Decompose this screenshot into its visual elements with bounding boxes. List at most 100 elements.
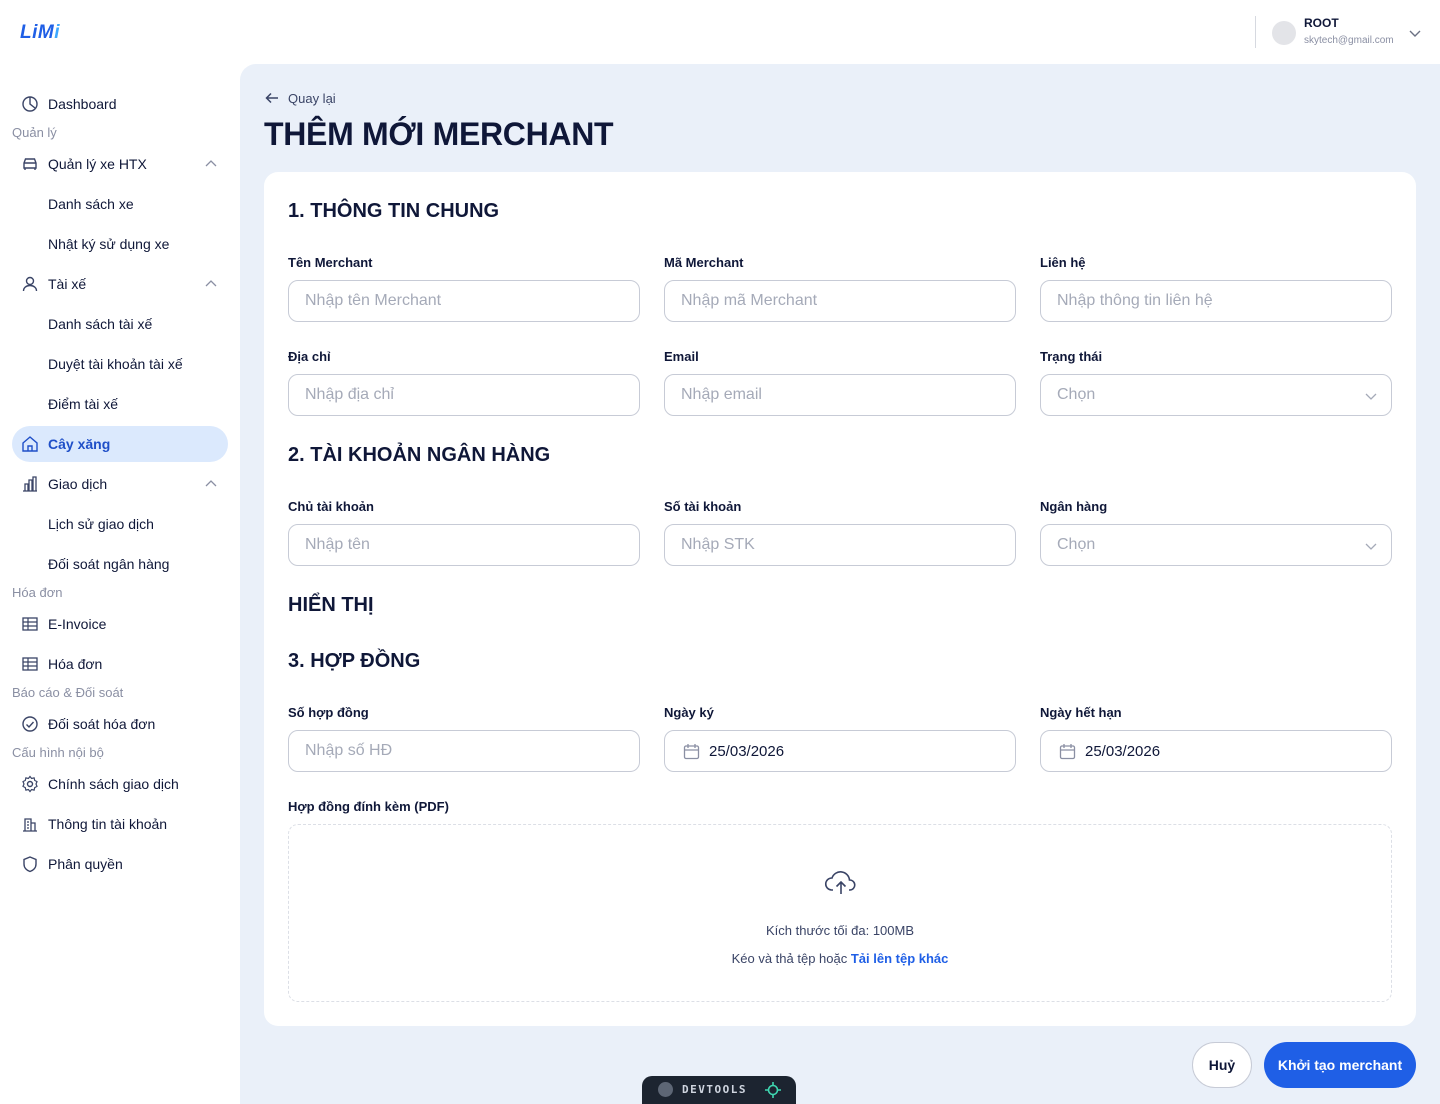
bank-select[interactable]: Chọn <box>1040 524 1392 566</box>
sidebar-item-label: Điểm tài xế <box>48 396 119 412</box>
sidebar-item-label: Tài xế <box>48 276 87 292</box>
user-email: skytech@gmail.com <box>1304 35 1394 46</box>
cancel-button[interactable]: Huỷ <box>1192 1042 1252 1088</box>
sidebar-item-label: Đối soát ngân hàng <box>48 556 170 572</box>
sidebar-item-transaction-history[interactable]: Lịch sử giao dịch <box>12 506 228 542</box>
account-holder-field[interactable] <box>288 524 640 566</box>
section-label-manage: Quản lý <box>12 125 57 140</box>
sidebar-item-label: Nhật ký sử dụng xe <box>48 236 170 252</box>
section-label-config: Cấu hình nội bộ <box>12 745 104 760</box>
chevron-down-icon[interactable] <box>1408 26 1422 40</box>
merchant-name-label: Tên Merchant <box>288 255 373 270</box>
merchant-code-input[interactable] <box>665 281 1015 321</box>
email-label: Email <box>664 349 699 364</box>
chevron-up-icon <box>205 160 217 167</box>
merchant-code-label: Mã Merchant <box>664 255 744 270</box>
sidebar-item-label: Hóa đơn <box>48 656 103 672</box>
upload-link[interactable]: Tải lên tệp khác <box>851 951 949 966</box>
sidebar-item-einvoice[interactable]: E-Invoice <box>12 606 228 642</box>
sidebar-item-account-info[interactable]: Thông tin tài khoản <box>12 806 228 842</box>
status-select-value: Chọn <box>1057 386 1096 403</box>
sidebar-item-label: Giao dịch <box>48 476 108 492</box>
sidebar-item-label: Quản lý xe HTX <box>48 156 147 172</box>
sidebar-item-label: Duyệt tài khoản tài xế <box>48 356 183 372</box>
merchant-name-input[interactable] <box>289 281 639 321</box>
devtools-label: DEVTOOLS <box>682 1083 747 1096</box>
contract-number-input[interactable] <box>289 731 639 771</box>
account-holder-label: Chủ tài khoản <box>288 499 374 514</box>
app-logo[interactable]: LiMi <box>20 22 60 44</box>
sidebar-item-transactions[interactable]: Giao dịch <box>12 466 228 502</box>
section-title-display: HIỂN THỊ <box>288 594 374 616</box>
avatar[interactable] <box>1272 21 1296 45</box>
calendar-icon <box>683 744 700 760</box>
user-icon <box>22 276 38 292</box>
crosshair-icon <box>765 1082 781 1098</box>
status-select[interactable]: Chọn <box>1040 374 1392 416</box>
bank-select-value: Chọn <box>1057 536 1096 553</box>
sidebar-item-invoice-reconcile[interactable]: Đối soát hóa đơn <box>12 706 228 742</box>
sidebar-item-vehicle-list[interactable]: Danh sách xe <box>12 186 228 222</box>
sidebar-item-bank-reconcile[interactable]: Đối soát ngân hàng <box>12 546 228 582</box>
chevron-down-icon <box>1365 393 1377 400</box>
sidebar-item-invoice[interactable]: Hóa đơn <box>12 646 228 682</box>
contact-input[interactable] <box>1041 281 1391 321</box>
account-number-label: Số tài khoản <box>664 499 742 514</box>
cloud-upload-icon <box>824 871 856 894</box>
email-field[interactable] <box>664 374 1016 416</box>
file-dropzone[interactable]: Kích thước tối đa: 100MB Kéo và thả tệp … <box>288 824 1392 1002</box>
contract-number-field[interactable] <box>288 730 640 772</box>
dropzone-text: Kéo và thả tệp hoặc Tải lên tệp khác <box>289 951 1391 966</box>
sidebar-item-driver-list[interactable]: Danh sách tài xế <box>12 306 228 342</box>
create-merchant-button[interactable]: Khởi tạo merchant <box>1264 1042 1416 1088</box>
form-card: 1. THÔNG TIN CHUNG Tên Merchant Mã Merch… <box>264 172 1416 1026</box>
merchant-name-field[interactable] <box>288 280 640 322</box>
shield-icon <box>23 856 37 873</box>
check-circle-icon <box>22 716 38 732</box>
invoice-icon <box>22 617 38 631</box>
sidebar: Dashboard Quản lý Quản lý xe HTX Danh sá… <box>0 64 240 1104</box>
expire-date-label: Ngày hết hạn <box>1040 705 1122 720</box>
status-label: Trạng thái <box>1040 349 1103 364</box>
account-holder-input[interactable] <box>289 525 639 565</box>
sidebar-item-vehicles[interactable]: Quản lý xe HTX <box>12 146 228 182</box>
sidebar-item-driver-approval[interactable]: Duyệt tài khoản tài xế <box>12 346 228 382</box>
sidebar-item-label: Đối soát hóa đơn <box>48 716 156 732</box>
sidebar-item-label: Lịch sử giao dịch <box>48 516 154 532</box>
sign-date-field[interactable]: 25/03/2026 <box>664 730 1016 772</box>
calendar-icon <box>1059 744 1076 760</box>
sidebar-item-drivers[interactable]: Tài xế <box>12 266 228 302</box>
sidebar-item-driver-points[interactable]: Điểm tài xế <box>12 386 228 422</box>
car-icon <box>23 158 37 170</box>
account-number-field[interactable] <box>664 524 1016 566</box>
email-input[interactable] <box>665 375 1015 415</box>
divider <box>1255 16 1256 48</box>
address-input[interactable] <box>289 375 639 415</box>
section-title-bank: 2. TÀI KHOẢN NGÂN HÀNG <box>288 444 551 466</box>
bank-label: Ngân hàng <box>1040 499 1108 514</box>
sidebar-item-dashboard[interactable]: Dashboard <box>12 86 228 122</box>
address-label: Địa chỉ <box>288 349 331 364</box>
section-title-contract: 3. HỢP ĐỒNG <box>288 650 421 672</box>
top-bar: LiMi ROOT skytech@gmail.com <box>0 0 1440 64</box>
sidebar-item-vehicle-log[interactable]: Nhật ký sử dụng xe <box>12 226 228 262</box>
account-number-input[interactable] <box>665 525 1015 565</box>
devtools-tab[interactable]: DEVTOOLS <box>642 1076 796 1104</box>
dashboard-icon <box>22 96 38 112</box>
address-field[interactable] <box>288 374 640 416</box>
back-link[interactable]: Quay lại <box>264 90 336 106</box>
bar-chart-icon <box>23 476 37 492</box>
building-icon <box>23 818 37 832</box>
sidebar-item-transaction-policy[interactable]: Chính sách giao dịch <box>12 766 228 802</box>
section-label-invoice: Hóa đơn <box>12 585 63 600</box>
expire-date-field[interactable]: 25/03/2026 <box>1040 730 1392 772</box>
contact-field[interactable] <box>1040 280 1392 322</box>
sidebar-item-label: Chính sách giao dịch <box>48 776 179 792</box>
sidebar-item-label: Phân quyền <box>48 856 123 872</box>
gear-icon <box>22 775 38 793</box>
sidebar-item-permissions[interactable]: Phân quyền <box>12 846 228 882</box>
merchant-code-field[interactable] <box>664 280 1016 322</box>
sign-date-value: 25/03/2026 <box>709 743 785 760</box>
sidebar-item-gas-station[interactable]: Cây xăng <box>12 426 228 462</box>
section-title-general: 1. THÔNG TIN CHUNG <box>288 200 500 222</box>
